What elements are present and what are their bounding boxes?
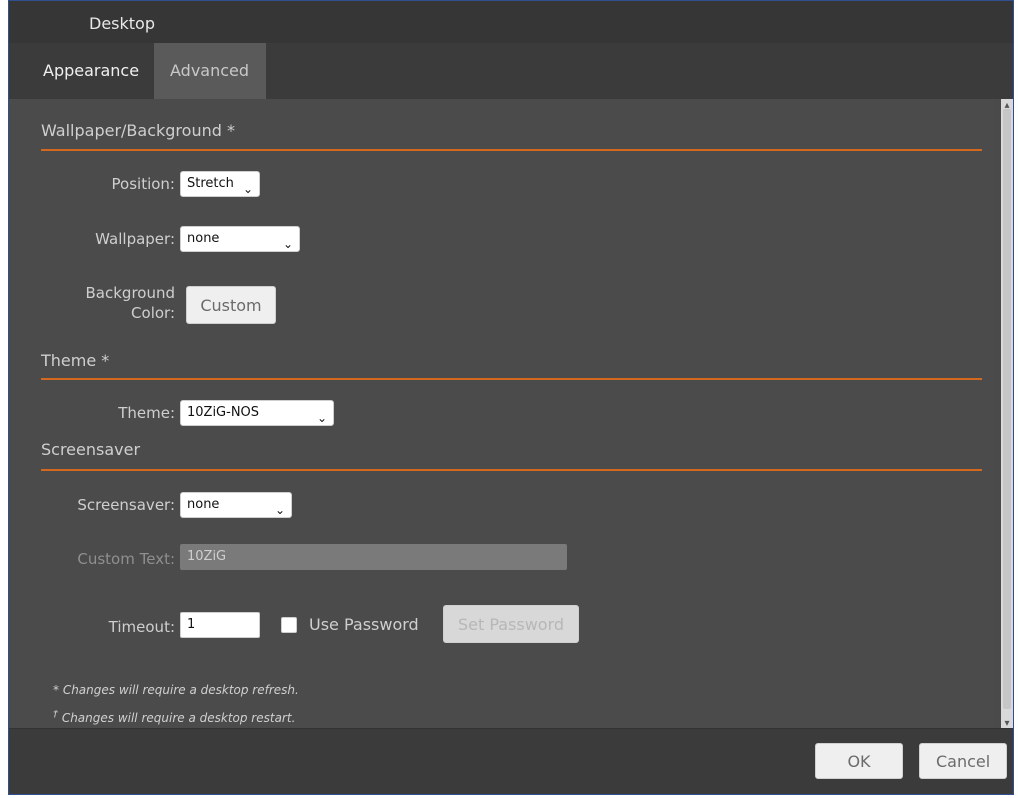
cancel-button[interactable]: Cancel <box>919 743 1007 779</box>
position-select-value: Stretch <box>187 176 234 191</box>
use-password-label[interactable]: Use Password <box>309 615 439 634</box>
screensaver-select[interactable]: none ⌄ <box>180 492 292 518</box>
wallpaper-select-value: none <box>187 231 220 246</box>
set-password-button: Set Password <box>443 605 579 643</box>
theme-select-value: 10ZiG-NOS <box>187 405 260 420</box>
section-divider-theme <box>41 378 982 380</box>
desktop-settings-window: Desktop Appearance Advanced Wallpaper/Ba… <box>8 0 1014 795</box>
section-title-theme: Theme * <box>41 351 110 370</box>
section-title-screensaver: Screensaver <box>41 440 141 459</box>
note-desktop-refresh: * Changes will require a desktop refresh… <box>53 683 299 697</box>
background-color-custom-button[interactable]: Custom <box>186 286 276 324</box>
timeout-input[interactable]: 1 <box>180 612 260 638</box>
window-title: Desktop <box>89 14 155 33</box>
position-select[interactable]: Stretch ⌄ <box>180 171 260 197</box>
chevron-down-icon: ⌄ <box>242 182 253 196</box>
ok-button[interactable]: OK <box>815 743 903 779</box>
tab-advanced[interactable]: Advanced <box>154 43 266 99</box>
window-titlebar[interactable]: Desktop <box>9 1 1013 44</box>
section-title-wallpaper-background: Wallpaper/Background * <box>41 121 235 140</box>
dialog-footer: OK Cancel <box>9 728 1013 794</box>
screensaver-select-value: none <box>187 497 220 512</box>
tab-appearance[interactable]: Appearance <box>27 43 156 99</box>
wallpaper-label: Wallpaper: <box>95 230 175 248</box>
theme-label: Theme: <box>118 404 175 422</box>
chevron-down-icon: ⌄ <box>316 411 327 425</box>
background-color-label: Background Color: <box>65 283 176 323</box>
custom-text-label: Custom Text: <box>77 550 175 568</box>
background-color-label-line-2: Color: <box>131 304 175 322</box>
note-desktop-restart: † Changes will require a desktop restart… <box>53 709 295 725</box>
position-label: Position: <box>111 175 175 193</box>
wallpaper-select[interactable]: none ⌄ <box>180 226 300 252</box>
screensaver-label: Screensaver: <box>77 496 175 514</box>
screenshot-frame: Desktop Appearance Advanced Wallpaper/Ba… <box>0 0 1018 798</box>
use-password-checkbox[interactable] <box>281 617 297 633</box>
custom-text-input: 10ZiG <box>180 544 567 570</box>
chevron-down-icon: ⌄ <box>274 503 285 517</box>
vertical-scrollbar[interactable]: ▴ ▾ <box>1001 99 1013 731</box>
note-desktop-restart-text: Changes will require a desktop restart. <box>58 711 296 725</box>
chevron-down-icon: ⌄ <box>282 237 293 251</box>
scrollbar-thumb[interactable] <box>1003 109 1011 709</box>
background-color-label-line-1: Background <box>85 284 176 302</box>
theme-select[interactable]: 10ZiG-NOS ⌄ <box>180 400 334 426</box>
tab-bar: Appearance Advanced <box>9 43 1013 99</box>
section-divider-wallpaper-background <box>41 149 982 151</box>
section-divider-screensaver <box>41 469 982 471</box>
settings-content: Wallpaper/Background * Position: Stretch… <box>9 99 994 731</box>
timeout-label: Timeout: <box>108 618 175 636</box>
